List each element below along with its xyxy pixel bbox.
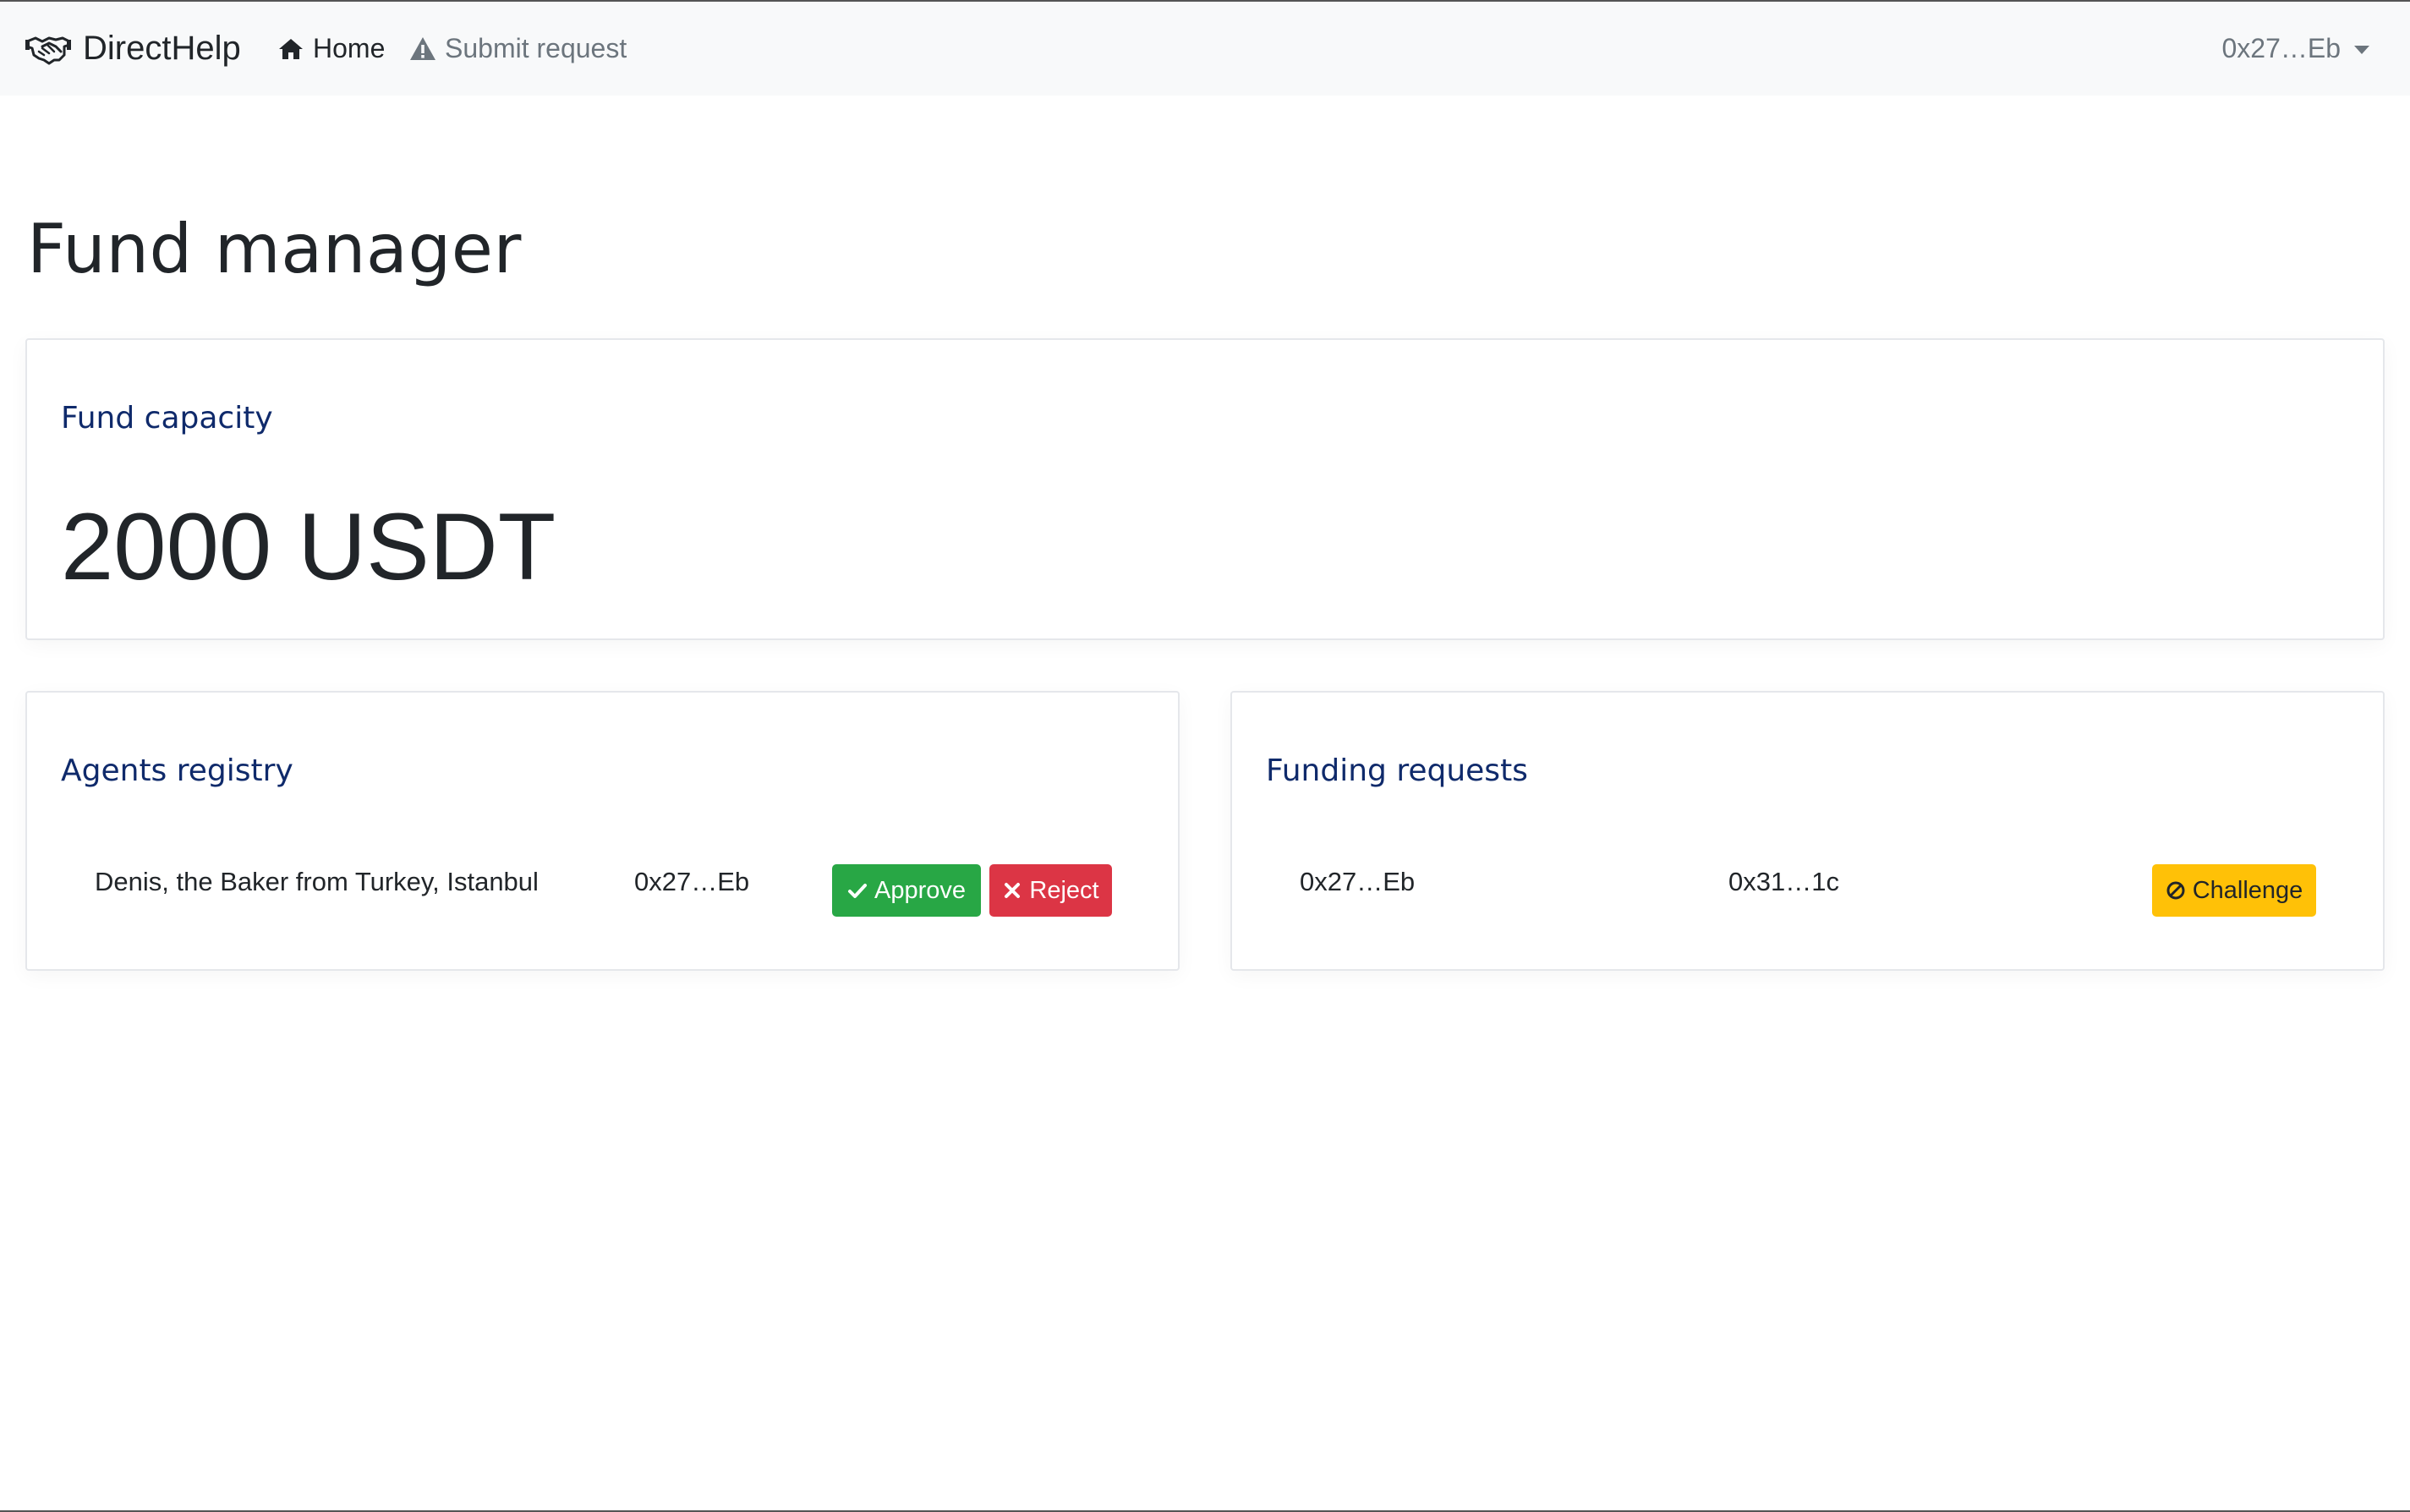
- warning-icon: [410, 36, 435, 60]
- reject-button[interactable]: Reject: [989, 864, 1112, 917]
- handshake-icon: [25, 36, 71, 64]
- agent-address: 0x27…Eb: [634, 867, 750, 896]
- brand-name: DirectHelp: [83, 30, 241, 67]
- challenge-label: Challenge: [2192, 876, 2303, 904]
- approve-button[interactable]: Approve: [832, 864, 981, 917]
- fund-capacity-card: Fund capacity 2000 USDT: [25, 338, 2385, 640]
- navbar: DirectHelp Home Submit request 0x27…Eb: [0, 2, 2410, 96]
- account-dropdown[interactable]: 0x27…Eb: [2221, 2, 2369, 96]
- agents-registry-card: Agents registry Denis, the Baker from Tu…: [25, 691, 1180, 971]
- nav-home-link[interactable]: Home: [277, 2, 385, 96]
- home-icon: [279, 38, 303, 59]
- chevron-down-icon: [2354, 45, 2369, 54]
- challenge-button[interactable]: Challenge: [2152, 864, 2316, 917]
- request-from-address: 0x27…Eb: [1300, 867, 1416, 896]
- approve-label: Approve: [874, 876, 966, 904]
- page-title: Fund manager: [27, 210, 522, 288]
- nav-submit-request-link[interactable]: Submit request: [409, 2, 627, 96]
- agent-name: Denis, the Baker from Turkey, Istanbul: [95, 867, 539, 896]
- check-icon: [847, 884, 867, 898]
- close-icon: [1005, 883, 1021, 898]
- request-to-address: 0x31…1c: [1728, 867, 1839, 896]
- ban-icon: [2166, 881, 2185, 900]
- brand-link[interactable]: DirectHelp: [25, 2, 241, 96]
- agents-registry-title: Agents registry: [61, 753, 293, 788]
- funding-requests-title: Funding requests: [1266, 753, 1528, 788]
- fund-capacity-title: Fund capacity: [61, 401, 273, 436]
- reject-label: Reject: [1029, 876, 1099, 904]
- nav-home-label: Home: [313, 33, 386, 63]
- account-address: 0x27…Eb: [2221, 33, 2341, 63]
- funding-requests-card: Funding requests 0x27…Eb 0x31…1c Challen…: [1230, 691, 2385, 971]
- fund-capacity-value: 2000 USDT: [61, 494, 556, 600]
- nav-submit-label: Submit request: [445, 33, 627, 63]
